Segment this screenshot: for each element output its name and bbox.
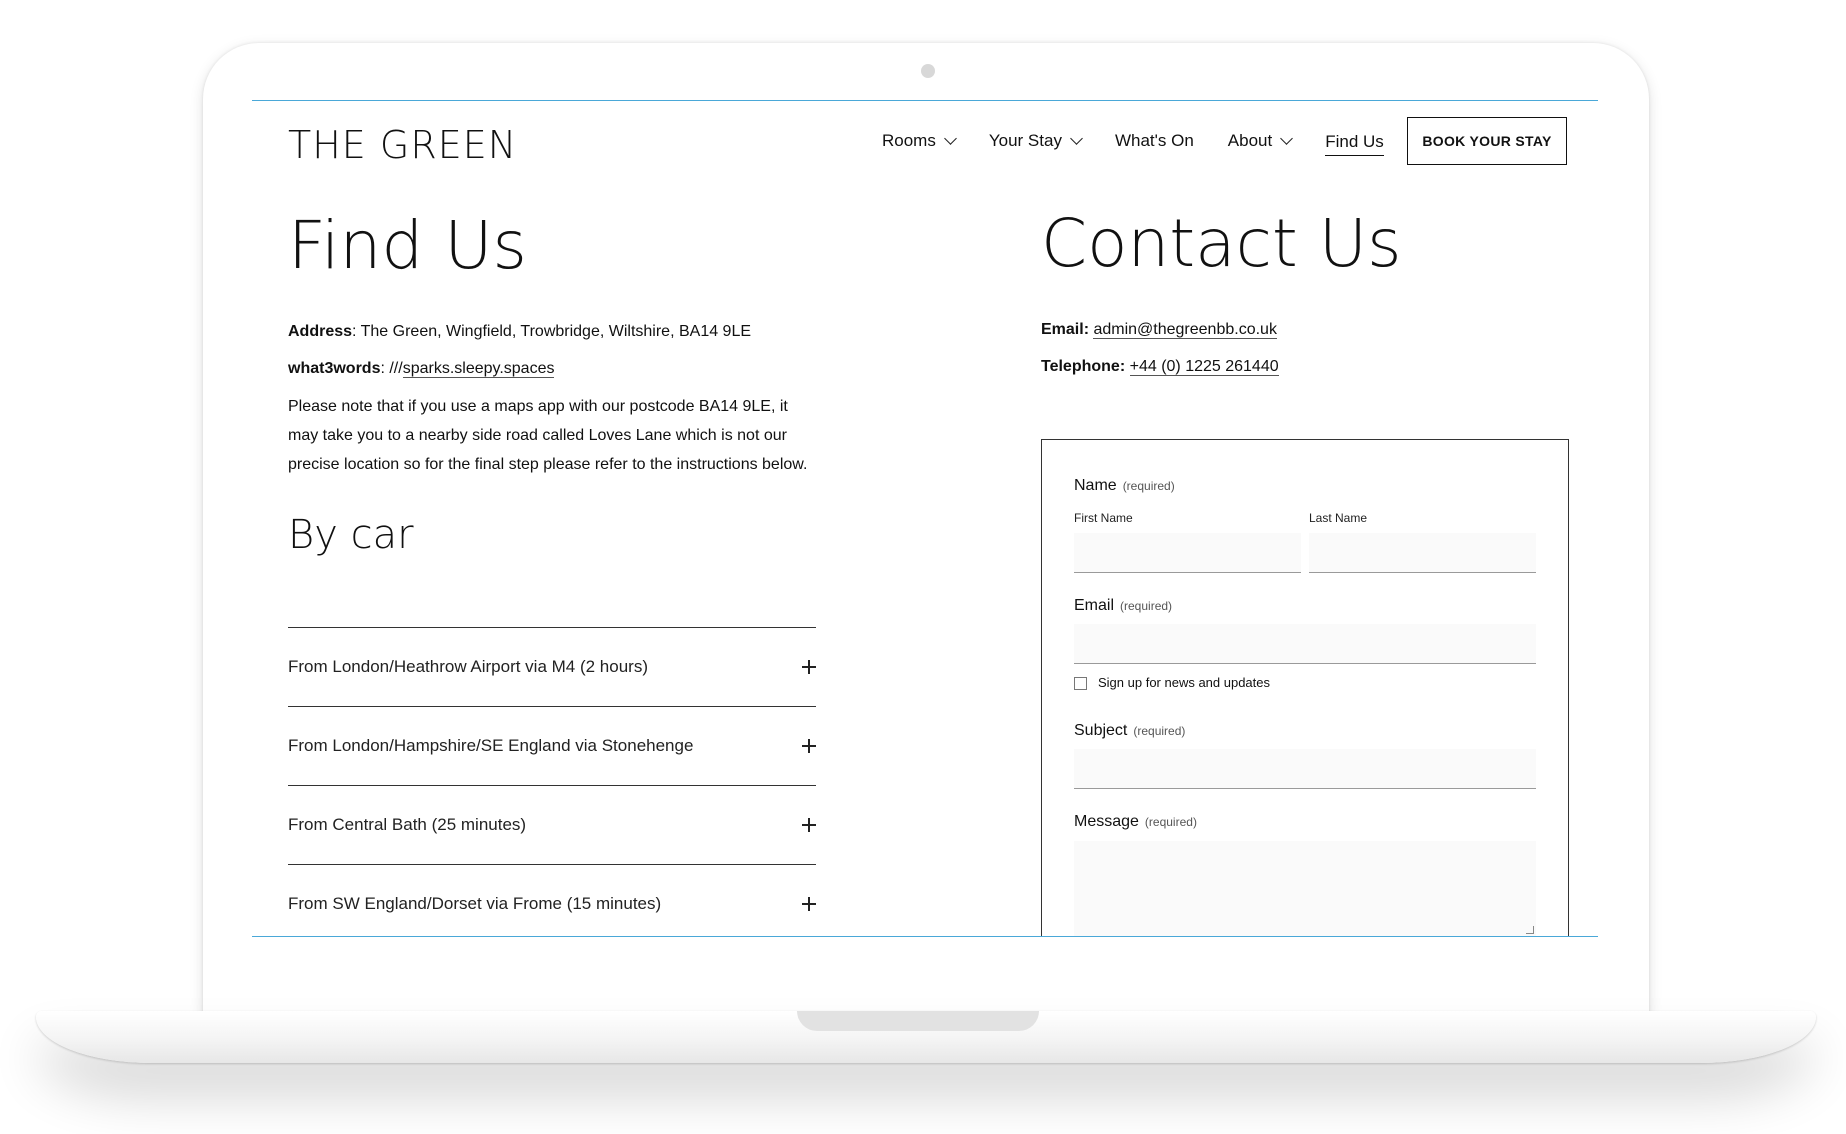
email-input[interactable]	[1074, 624, 1536, 664]
accordion-item-label: From Central Bath (25 minutes)	[288, 815, 527, 834]
message-label-text: Message	[1074, 813, 1139, 830]
nav-item-whats-on[interactable]: What's On	[1115, 117, 1194, 165]
plus-icon	[802, 660, 816, 674]
last-name-input[interactable]	[1309, 533, 1536, 573]
accordion-item-label: From SW England/Dorset via Frome (15 min…	[288, 894, 662, 913]
address-label: Address	[288, 323, 353, 340]
address-value: : The Green, Wingfield, Trowbridge, Wilt…	[352, 323, 752, 340]
last-name-label: Last Name	[1309, 511, 1368, 525]
newsletter-label: Sign up for news and updates	[1098, 675, 1271, 690]
first-name-input[interactable]	[1074, 533, 1301, 573]
contact-us-section: Contact Us Email: admin@thegreenbb.co.uk…	[1041, 211, 1569, 378]
required-tag: (required)	[1120, 599, 1173, 613]
contact-us-title: Contact Us	[1041, 205, 1402, 282]
what3words-link[interactable]: sparks.sleepy.spaces	[402, 360, 555, 378]
email-link[interactable]: admin@thegreenbb.co.uk	[1093, 321, 1277, 339]
postcode-note: Please note that if you use a maps app w…	[288, 398, 808, 473]
accordion-item[interactable]: From London/Hampshire/SE England via Sto…	[288, 707, 816, 786]
nav-item-your-stay[interactable]: Your Stay	[988, 117, 1083, 165]
newsletter-checkbox[interactable]	[1074, 677, 1087, 690]
plus-icon	[802, 818, 816, 832]
what3words-prefix: : ///	[380, 360, 403, 377]
nav-item-rooms[interactable]: Rooms	[882, 117, 957, 165]
name-label: Name (required)	[1074, 477, 1175, 495]
plus-icon	[802, 739, 816, 753]
chevron-down-icon	[1070, 132, 1083, 145]
find-us-section: Find Us Address: The Green, Wingfield, T…	[288, 207, 816, 558]
plus-icon	[802, 897, 816, 911]
book-your-stay-button[interactable]: BOOK YOUR STAY	[1407, 117, 1567, 165]
chevron-down-icon	[943, 132, 957, 145]
email-field-label: Email (required)	[1074, 597, 1172, 615]
website-screen: THE GREEN Rooms Your Stay What's On Abou…	[252, 100, 1598, 937]
telephone-link[interactable]: +44 (0) 1225 261440	[1129, 358, 1279, 376]
first-name-label: First Name	[1074, 511, 1133, 525]
accordion-item-label: From London/Hampshire/SE England via Sto…	[288, 736, 694, 755]
nav-item-label: Rooms	[882, 131, 936, 150]
nav-item-label: What's On	[1114, 131, 1194, 150]
contact-form: Name (required) First Name Last Name Emai…	[1041, 439, 1569, 936]
email-line: Email: admin@thegreenbb.co.uk	[1041, 319, 1569, 341]
by-car-accordion: From London/Heathrow Airport via M4 (2 h…	[288, 627, 816, 936]
subject-input[interactable]	[1074, 749, 1536, 789]
by-car-title: By car	[288, 512, 414, 558]
site-logo[interactable]: THE GREEN	[288, 123, 517, 167]
webcam-dot	[921, 64, 935, 78]
required-tag: (required)	[1122, 479, 1175, 493]
laptop-base-notch	[797, 1011, 1039, 1031]
accordion-item-label: From London/Heathrow Airport via M4 (2 h…	[288, 657, 648, 676]
main-nav: Rooms Your Stay What's On About Find Us	[882, 117, 1418, 165]
message-label: Message (required)	[1074, 813, 1197, 831]
what3words-line: what3words: ///sparks.sleepy.spaces	[288, 358, 816, 380]
required-tag: (required)	[1133, 724, 1186, 738]
what3words-label: what3words	[288, 360, 381, 377]
subject-label-text: Subject	[1074, 722, 1128, 739]
accordion-item[interactable]: From Central Bath (25 minutes)	[288, 786, 816, 865]
nav-item-find-us[interactable]: Find Us	[1325, 117, 1384, 165]
email-label: Email:	[1041, 321, 1090, 338]
subject-label: Subject (required)	[1074, 722, 1185, 740]
nav-item-label: About	[1227, 131, 1273, 150]
name-label-text: Name	[1074, 477, 1117, 494]
nav-item-label: Your Stay	[988, 131, 1062, 150]
chevron-down-icon	[1280, 132, 1294, 145]
telephone-label: Telephone:	[1041, 358, 1126, 375]
address-line: Address: The Green, Wingfield, Trowbridg…	[288, 321, 816, 343]
accordion-item[interactable]: From London/Heathrow Airport via M4 (2 h…	[288, 628, 816, 707]
nav-item-about[interactable]: About	[1227, 117, 1294, 165]
message-textarea[interactable]	[1074, 841, 1536, 936]
email-field-label-text: Email	[1074, 597, 1115, 614]
required-tag: (required)	[1144, 815, 1197, 829]
accordion-item[interactable]: From SW England/Dorset via Frome (15 min…	[288, 865, 816, 936]
nav-item-label: Find Us	[1325, 132, 1384, 156]
telephone-line: Telephone: +44 (0) 1225 261440	[1041, 356, 1569, 378]
find-us-title: Find Us	[288, 207, 527, 284]
resize-handle-icon[interactable]	[1526, 926, 1534, 934]
